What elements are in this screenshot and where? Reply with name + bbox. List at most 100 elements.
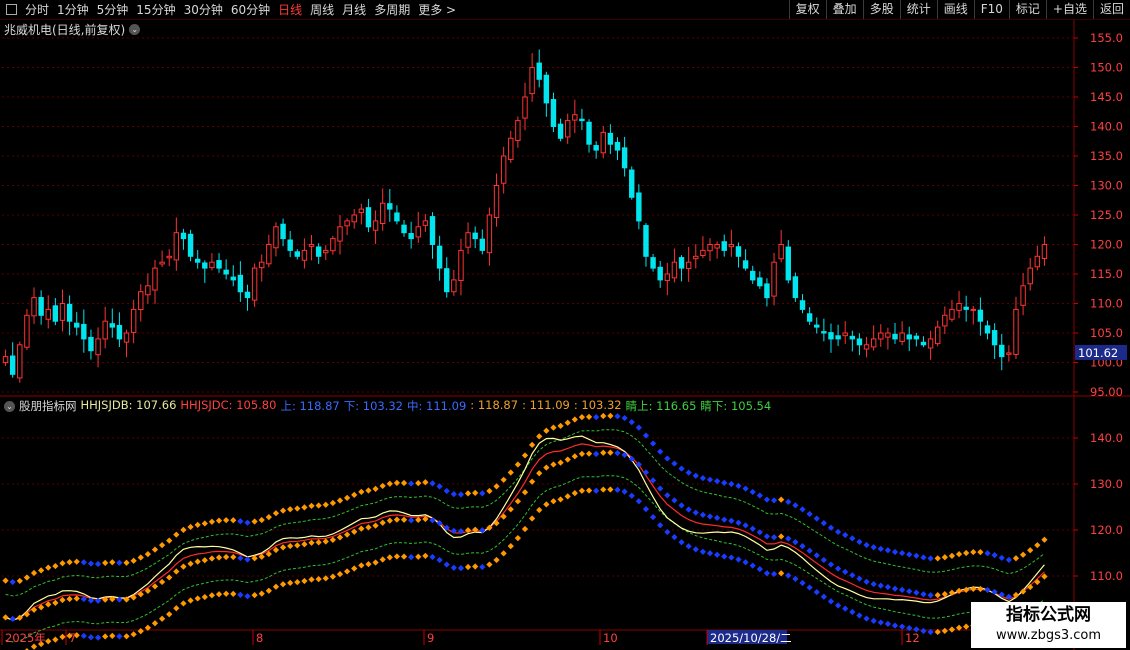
date-label: 9 xyxy=(427,631,434,645)
band-lower-dot xyxy=(671,534,678,541)
band-upper-dot xyxy=(920,554,927,561)
band-upper-dot xyxy=(699,474,707,482)
band-lower-dot xyxy=(251,592,258,599)
candle-body xyxy=(849,335,856,340)
band-upper-dot xyxy=(970,548,977,556)
band-lower-dot xyxy=(884,620,892,627)
band-mid-dot xyxy=(891,585,899,592)
band-lower-dot xyxy=(116,633,123,640)
date-label: 7 xyxy=(69,631,76,645)
band-upper-dot xyxy=(301,504,308,511)
band-mid-dot xyxy=(194,558,201,565)
candle-body xyxy=(379,202,386,225)
band-lower-dot xyxy=(571,490,578,497)
band-mid-dot xyxy=(536,470,543,477)
band-upper-dot xyxy=(991,552,998,559)
band-lower-dot xyxy=(486,561,493,568)
band-lower-dot xyxy=(87,634,95,641)
candle-body xyxy=(806,313,813,322)
band-lower-dot xyxy=(749,562,756,569)
band-mid-dot xyxy=(877,582,884,589)
band-mid-dot xyxy=(820,556,827,564)
candle-body xyxy=(842,332,848,337)
band-upper-dot xyxy=(230,517,237,524)
band-upper-dot xyxy=(607,412,614,419)
candle-body xyxy=(920,341,927,346)
band-upper-dot xyxy=(955,551,963,558)
band-lower-dot xyxy=(770,570,778,578)
band-mid-dot xyxy=(763,533,771,540)
band-upper-dot xyxy=(657,448,664,455)
band-lower-dot xyxy=(137,627,144,635)
band-mid-dot xyxy=(799,543,806,550)
band-upper-dot xyxy=(94,560,102,568)
chart-area[interactable]: 155.0 150.0 145.0 140.0 135.0 130.0 125.0 120.0… xyxy=(0,0,1130,650)
band-lower-dot xyxy=(578,487,586,494)
watermark-title: 指标公式网 xyxy=(1006,605,1091,625)
band-lower-dot xyxy=(194,595,201,602)
band-lower-dot xyxy=(948,626,956,633)
candle-body xyxy=(1006,352,1012,355)
candle-body xyxy=(1020,285,1026,306)
candle-body xyxy=(515,120,521,141)
candle-body xyxy=(600,131,606,154)
band-mid-dot xyxy=(393,516,401,523)
candle-body xyxy=(52,305,59,322)
band-lower-dot xyxy=(443,561,450,568)
band-mid-dot xyxy=(785,535,792,542)
candle-body xyxy=(814,324,820,328)
band-mid-dot xyxy=(66,595,73,603)
band-lower-dot xyxy=(564,493,571,500)
candle-body xyxy=(799,300,806,310)
band-upper-dot xyxy=(187,523,194,531)
candle-body xyxy=(66,303,73,322)
band-upper-dot xyxy=(778,496,785,503)
band-upper-dot xyxy=(415,480,422,487)
candle-body xyxy=(785,246,791,281)
band-upper-dot xyxy=(714,478,721,485)
band-mid-dot xyxy=(884,583,892,591)
band-upper-dot xyxy=(792,502,799,509)
candle-body xyxy=(166,255,172,259)
band-mid-dot xyxy=(664,492,671,499)
candle-body xyxy=(152,267,158,291)
band-lower-dot xyxy=(557,496,564,503)
band-mid-dot xyxy=(920,591,927,598)
band-lower-dot xyxy=(842,605,849,612)
candle-body xyxy=(202,262,208,269)
candle-body xyxy=(365,207,372,228)
band-upper-dot xyxy=(130,557,137,564)
candle-body xyxy=(323,249,329,254)
band-lower-dot xyxy=(877,619,884,626)
band-mid-dot xyxy=(180,563,187,570)
price-tick-label: 135.0 xyxy=(1090,149,1123,163)
candle-body xyxy=(835,335,841,340)
band-upper-dot xyxy=(45,564,52,571)
band-lower-dot xyxy=(479,563,486,571)
band-mid-dot xyxy=(52,599,59,606)
band-lower-dot xyxy=(649,514,657,521)
band-lower-dot xyxy=(180,600,187,607)
band-mid-dot xyxy=(365,524,372,531)
band-mid-dot xyxy=(223,553,230,561)
band-lower-dot xyxy=(272,583,280,590)
band-lower-dot xyxy=(393,553,401,560)
band-lower-dot xyxy=(891,622,899,629)
candle-body xyxy=(237,274,244,293)
band-mid-dot xyxy=(806,547,813,554)
band-mid-dot xyxy=(158,578,166,586)
date-label: 12 xyxy=(905,631,920,645)
candle-body xyxy=(394,212,400,222)
band-upper-dot xyxy=(785,498,792,505)
band-mid-dot xyxy=(514,498,521,505)
band-mid-dot xyxy=(187,560,194,567)
candle-body xyxy=(870,338,877,348)
band-upper-dot xyxy=(514,461,521,468)
band-upper-dot xyxy=(1034,542,1041,549)
candle-body xyxy=(472,232,478,240)
band-lower-dot xyxy=(308,576,315,583)
band-mid-dot xyxy=(657,485,664,492)
price-tick-label: 105.0 xyxy=(1090,326,1123,340)
band-lower-dot xyxy=(415,553,422,560)
band-upper-dot xyxy=(906,551,913,558)
